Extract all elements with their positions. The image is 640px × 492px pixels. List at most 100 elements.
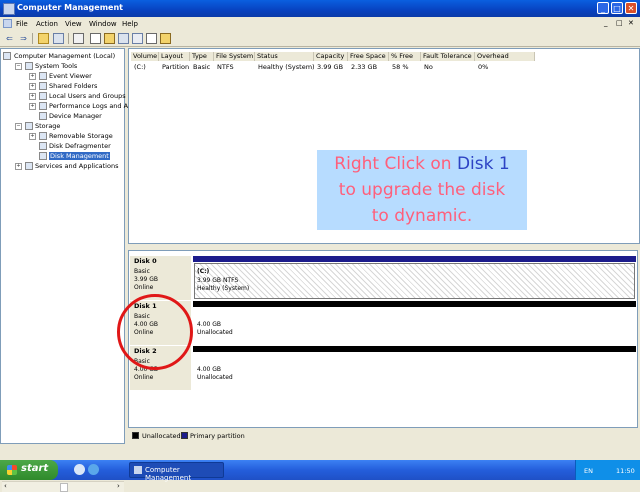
console-tree: Computer Management (Local) − System Tool… [0, 48, 142, 492]
help-icon[interactable] [132, 33, 143, 44]
inner-close-button[interactable]: ✕ [628, 19, 634, 27]
partition-state: Healthy (System) [197, 285, 250, 292]
highlight-circle [117, 294, 193, 370]
column-header-layout[interactable]: Layout [159, 52, 190, 61]
start-button[interactable]: start [0, 460, 58, 480]
tree-node-icon [39, 112, 47, 120]
scroll-left-icon[interactable]: ‹ [4, 482, 7, 490]
column-header-status[interactable]: Status [255, 52, 314, 61]
delete-icon[interactable] [146, 33, 157, 44]
close-button[interactable]: ✕ [625, 2, 637, 14]
tree-expander-icon[interactable]: + [29, 93, 36, 100]
partition-detail: 4.00 GB [197, 366, 222, 373]
show-desktop-icon[interactable] [74, 464, 85, 475]
tree-item-label: Device Manager [49, 112, 102, 120]
partition-color-strip [193, 346, 636, 352]
tree-expander-icon[interactable]: − [15, 63, 22, 70]
instruction-callout: Right Click on Disk 1 to upgrade the dis… [317, 150, 527, 230]
language-indicator[interactable]: EN [584, 467, 593, 475]
legend-label-unallocated: Unallocated [142, 432, 181, 440]
tree-node-icon [39, 142, 47, 150]
mmc-icon[interactable] [3, 19, 12, 28]
back-arrow-icon[interactable]: ⇐ [4, 33, 15, 44]
tree-expander-icon[interactable]: − [15, 123, 22, 130]
column-header-fault-tolerance[interactable]: Fault Tolerance [421, 52, 475, 61]
menu-view[interactable]: View [65, 20, 82, 28]
export-icon[interactable] [90, 33, 101, 44]
column-header-free-space[interactable]: Free Space [348, 52, 389, 61]
column-header-capacity[interactable]: Capacity [314, 52, 348, 61]
column-header-overhead[interactable]: Overhead [475, 52, 535, 61]
tree-item-label: Storage [35, 122, 61, 130]
tree-expander-icon[interactable]: + [15, 163, 22, 170]
volume-cell-capacity: 3.99 GB [317, 63, 344, 71]
computer-management-icon [3, 3, 15, 15]
tree-node-icon [39, 132, 47, 140]
forward-arrow-icon[interactable]: ⇒ [18, 33, 29, 44]
scroll-thumb[interactable] [60, 483, 68, 492]
menu-action[interactable]: Action [36, 20, 58, 28]
tree-node-icon [25, 162, 33, 170]
internet-explorer-icon[interactable] [88, 464, 99, 475]
minimize-button[interactable]: _ [597, 2, 609, 14]
title-bar[interactable]: Computer Management _ □ ✕ [0, 0, 640, 17]
column-header-file-system[interactable]: File System [214, 52, 255, 61]
volume-cell-volume[interactable]: (C:) [134, 63, 146, 71]
volume-cell-free-space: 2.33 GB [351, 63, 378, 71]
tree-item-label: Disk Management [49, 152, 110, 160]
disk-status: Online [134, 284, 154, 291]
disk-info-disk-0[interactable]: Disk 0 Basic 3.99 GB Online [130, 256, 192, 300]
toolbar-separator [32, 33, 33, 44]
computer-management-icon [134, 466, 142, 474]
inner-minimize-button[interactable]: _ [604, 19, 608, 27]
tree-expander-icon[interactable]: + [29, 103, 36, 110]
partition-color-strip [193, 301, 636, 307]
inner-restore-button[interactable]: □ [616, 19, 623, 27]
column-header-type[interactable]: Type [190, 52, 214, 61]
tree-expander-icon[interactable]: + [29, 133, 36, 140]
menu-file[interactable]: File [16, 20, 28, 28]
disk-type: Basic [134, 268, 150, 275]
disk-partition-disk-1[interactable]: 4.00 GB Unallocated [193, 301, 636, 345]
properties-icon[interactable] [73, 33, 84, 44]
help-book-icon[interactable] [160, 33, 171, 44]
tree-item-label: Local Users and Groups [49, 92, 126, 100]
menu-bar: File Action View Window Help _ □ ✕ [0, 17, 640, 31]
tree-expander-icon[interactable]: + [29, 83, 36, 90]
legend-swatch-primary [181, 432, 188, 439]
disk-status: Online [134, 374, 154, 381]
volume-cell-status: Healthy (System) [258, 63, 315, 71]
partition-hatch [194, 263, 635, 299]
menu-window[interactable]: Window [89, 20, 117, 28]
legend: Unallocated Primary partition [128, 430, 638, 442]
disk-map: Disk 0 Basic 3.99 GB Online (C:) 3.99 GB NTFS… [128, 250, 638, 428]
refresh-icon[interactable] [118, 33, 129, 44]
column-header-free[interactable]: % Free [389, 52, 421, 61]
tree-expander-icon[interactable]: + [29, 73, 36, 80]
tree-item-label: Event Viewer [49, 72, 92, 80]
partition-detail: 3.99 GB NTFS [197, 277, 239, 284]
disk-partition-disk-0[interactable]: (C:) 3.99 GB NTFS Healthy (System) [193, 256, 636, 300]
scroll-right-icon[interactable]: › [117, 482, 120, 490]
up-folder-icon[interactable] [38, 33, 49, 44]
volume-cell-type: Basic [193, 63, 211, 71]
new-window-icon[interactable] [104, 33, 115, 44]
volume-cell-fault-tolerance: No [424, 63, 433, 71]
show-tree-icon[interactable] [53, 33, 64, 44]
tree-node-icon [39, 102, 47, 110]
volume-cell-layout: Partition [162, 63, 190, 71]
legend-swatch-unallocated [132, 432, 139, 439]
menu-help[interactable]: Help [122, 20, 138, 28]
callout-line-1: Right Click on Disk 1 [334, 154, 510, 174]
clock[interactable]: 11:50 [616, 467, 635, 475]
maximize-button[interactable]: □ [611, 2, 623, 14]
column-header-volume[interactable]: Volume [131, 52, 159, 61]
taskbar-item-computer-management[interactable]: Computer Management [129, 462, 224, 482]
tree-node-icon [39, 152, 47, 160]
disk-partition-disk-2[interactable]: 4.00 GB Unallocated [193, 346, 636, 390]
tree-node-icon [25, 122, 33, 130]
tree-horizontal-scrollbar[interactable]: ‹ › [2, 481, 124, 492]
partition-color-strip [193, 256, 636, 262]
partition-label: (C:) [197, 268, 210, 275]
callout-line-3: to dynamic. [371, 206, 473, 226]
